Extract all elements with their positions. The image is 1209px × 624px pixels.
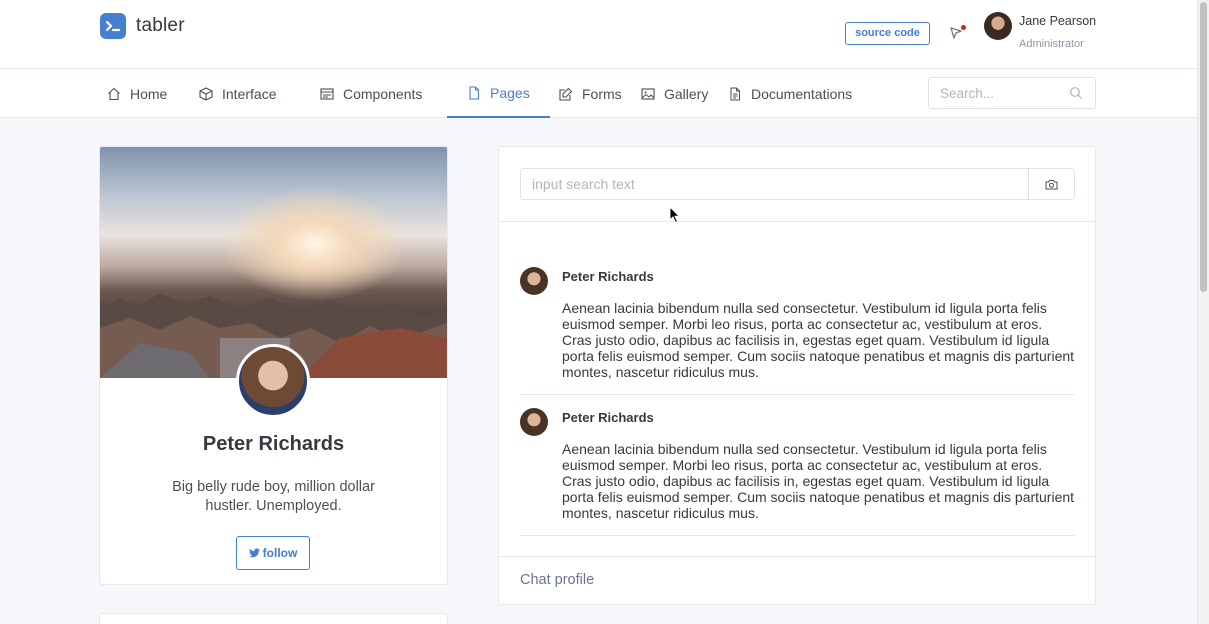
message-text: Aenean lacinia bibendum nulla sed consec… <box>562 300 1075 380</box>
chat-search-input[interactable] <box>532 169 1012 199</box>
source-code-button[interactable]: source code <box>845 22 930 45</box>
chat-card: Peter Richards Aenean lacinia bibendum n… <box>498 146 1096 605</box>
profile-bio: Big belly rude boy, million dollar hustl… <box>172 479 375 514</box>
secondary-card <box>99 613 448 624</box>
nav-label-interface: Interface <box>222 85 277 102</box>
nav-item-interface[interactable]: Interface <box>199 69 276 118</box>
profile-name: Peter Richards <box>202 433 345 455</box>
mouse-cursor-icon <box>669 206 681 224</box>
nav-label-home: Home <box>130 85 168 102</box>
user-name[interactable]: Jane Pearson <box>1019 14 1096 28</box>
nav-label-pages: Pages <box>490 84 530 101</box>
notification-dot <box>961 25 966 30</box>
camera-icon <box>1045 179 1058 189</box>
follow-button[interactable]: follow <box>236 536 310 570</box>
message-avatar <box>520 408 548 436</box>
brand-link[interactable]: tabler <box>100 13 185 39</box>
header-search-input[interactable] <box>940 78 1070 108</box>
main-nav: Home Interface Components Pages Forms Ga… <box>0 69 1197 118</box>
box-icon <box>199 86 213 101</box>
page-scrollbar[interactable] <box>1197 0 1209 624</box>
message-text: Aenean lacinia bibendum nulla sed consec… <box>562 441 1075 521</box>
nav-label-gallery: Gallery <box>664 85 709 102</box>
nav-label-documentations: Documentations <box>751 85 853 102</box>
chat-footer: Chat profile <box>499 556 1095 604</box>
calendar-icon <box>320 87 334 100</box>
nav-item-gallery[interactable]: Gallery <box>641 69 708 118</box>
follow-label: follow <box>262 546 298 560</box>
nav-item-documentations[interactable]: Documentations <box>728 69 852 118</box>
image-icon <box>641 87 655 100</box>
nav-item-home[interactable]: Home <box>107 69 167 118</box>
chat-search <box>520 168 1075 200</box>
file-text-icon <box>730 87 740 100</box>
user-role: Administrator <box>1019 38 1084 50</box>
notifications-button[interactable] <box>948 25 966 43</box>
tabler-logo-icon <box>100 13 126 39</box>
divider <box>520 535 1075 536</box>
scrollbar-thumb[interactable] <box>1200 2 1207 292</box>
nav-item-forms[interactable]: Forms <box>559 69 622 118</box>
brand-name: tabler <box>136 15 185 36</box>
divider <box>499 221 1095 222</box>
nav-item-components[interactable]: Components <box>320 69 422 118</box>
file-icon <box>469 85 480 100</box>
user-avatar[interactable] <box>984 12 1012 40</box>
profile-card: Peter Richards Big belly rude boy, milli… <box>99 146 448 585</box>
top-header: tabler source code Jane Pearson Administ… <box>0 0 1197 69</box>
search-icon[interactable] <box>1069 86 1083 100</box>
nav-label-components: Components <box>343 85 423 102</box>
message-avatar <box>520 267 548 295</box>
nav-item-pages[interactable]: Pages <box>447 69 550 118</box>
twitter-icon <box>248 548 260 558</box>
divider <box>520 394 1075 395</box>
profile-avatar <box>236 344 310 418</box>
home-icon <box>108 87 120 100</box>
nav-label-forms: Forms <box>582 85 622 102</box>
camera-button[interactable] <box>1028 169 1074 199</box>
message-author: Peter Richards <box>562 410 654 425</box>
header-search <box>928 77 1096 109</box>
edit-icon <box>559 87 573 101</box>
message-author: Peter Richards <box>562 269 654 284</box>
